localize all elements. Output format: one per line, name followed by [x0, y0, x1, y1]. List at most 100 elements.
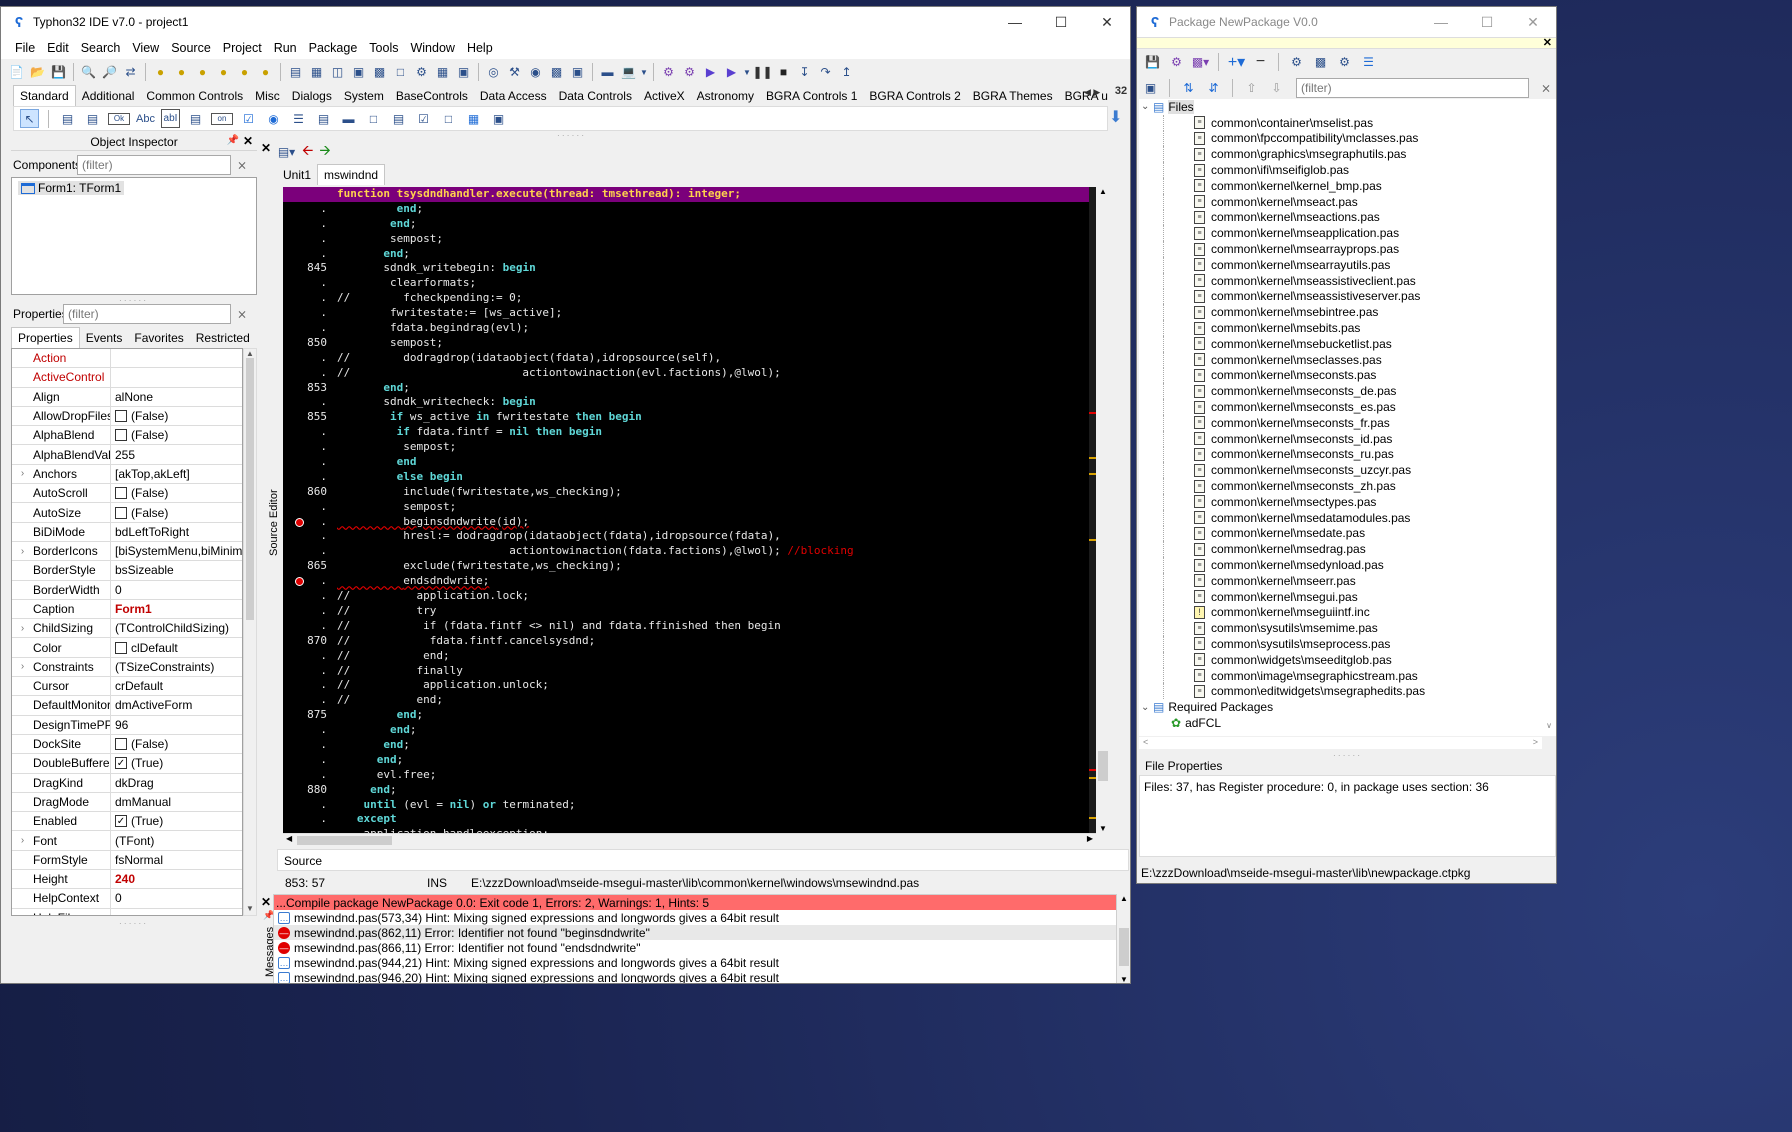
dropdown-arrow-icon[interactable]: ▼	[640, 63, 648, 82]
property-value[interactable]: crDefault	[111, 679, 242, 693]
property-row[interactable]: DockSite (False)	[12, 734, 242, 755]
label-component-icon[interactable]: Abc	[136, 109, 155, 128]
menu-help[interactable]: Help	[461, 41, 499, 55]
properties-filter-input[interactable]: (filter)	[63, 304, 231, 324]
checkbox-icon[interactable]: ✓	[115, 815, 127, 828]
code-line[interactable]: . // end;	[283, 693, 1096, 708]
tab-restricted[interactable]: Restricted	[190, 328, 256, 348]
messages-scrollbar[interactable]: ▲ ▼	[1117, 894, 1130, 983]
package-filter-input[interactable]: (filter)	[1296, 78, 1529, 98]
jump-back-icon[interactable]: 🡨	[302, 140, 313, 164]
property-value[interactable]: bdLeftToRight	[111, 525, 242, 539]
code-line[interactable]: . fwritestate:= [ws_active];	[283, 306, 1096, 321]
collapse-arrow-icon[interactable]: ⌄	[1141, 702, 1153, 713]
file-item[interactable]: ≡ common\kernel\mseconsts.pas	[1163, 367, 1542, 384]
scrollbar-component-icon[interactable]: ▬	[339, 109, 358, 128]
checkbox-component-icon[interactable]: ☑	[239, 109, 258, 128]
code-line[interactable]: . end	[283, 455, 1096, 470]
scrollbar-thumb[interactable]	[1098, 751, 1108, 781]
layout-icon[interactable]: ▣	[454, 63, 473, 82]
expand-arrow-icon[interactable]: ›	[12, 623, 33, 634]
editor-tab[interactable]: mswindnd	[317, 164, 386, 185]
code-line[interactable]: . except	[283, 812, 1096, 827]
file-item[interactable]: ≡ common\kernel\mseact.pas	[1163, 193, 1542, 210]
menu-package[interactable]: Package	[303, 41, 364, 55]
component-icon[interactable]: ●	[172, 63, 191, 82]
code-line[interactable]: . sempost;	[283, 500, 1096, 515]
debug-icon[interactable]: ◉	[526, 63, 545, 82]
menu-view[interactable]: View	[126, 41, 165, 55]
code-line[interactable]: . // finally	[283, 664, 1096, 679]
palette-tab[interactable]: Misc	[249, 86, 286, 106]
code-view[interactable]: function tsysdndhandler.execute(thread: …	[283, 187, 1096, 833]
property-value[interactable]: ✓ (True)	[111, 814, 242, 828]
property-row[interactable]: DoubleBuffered ✓ (True)	[12, 754, 242, 774]
file-item[interactable]: ≡ common\kernel\msebintree.pas	[1163, 304, 1542, 321]
property-row[interactable]: ActiveControl	[12, 368, 242, 388]
code-line[interactable]: 870 // fdata.fintf.cancelsysdnd;	[283, 634, 1096, 649]
file-item[interactable]: ≡ common\kernel\msebucketlist.pas	[1163, 335, 1542, 352]
property-row[interactable]: Color clDefault	[12, 638, 242, 658]
palette-tab[interactable]: Data Controls	[553, 86, 638, 106]
message-item[interactable]: — msewindnd.pas(862,11) Error: Identifier…	[274, 925, 1116, 940]
move-up-icon[interactable]: ⇧	[1242, 79, 1261, 98]
property-row[interactable]: AlphaBlendValu 255	[12, 445, 242, 465]
monitor-icon[interactable]: 💻	[619, 63, 638, 82]
palette-scroll-arrows[interactable]: ◀ ▶	[1084, 87, 1100, 98]
close-button[interactable]: ✕	[1084, 7, 1130, 37]
binoculars-icon[interactable]: ◎	[484, 63, 503, 82]
property-value[interactable]: 0	[111, 583, 242, 597]
code-line[interactable]: . evl.free;	[283, 768, 1096, 783]
code-line[interactable]: 853 end;	[283, 381, 1096, 396]
property-row[interactable]: BiDiMode bdLeftToRight	[12, 522, 242, 542]
file-item[interactable]: ≡ common\kernel\kernel_bmp.pas	[1163, 177, 1542, 194]
package-icon[interactable]: ▣	[568, 63, 587, 82]
minimize-button[interactable]: —	[992, 7, 1038, 37]
file-item[interactable]: ≡ common\kernel\msedate.pas	[1163, 525, 1542, 542]
file-item[interactable]: ≡ common\kernel\mseerr.pas	[1163, 572, 1542, 589]
component-icon[interactable]: ●	[214, 63, 233, 82]
property-value[interactable]: [biSystemMenu,biMinimize	[111, 544, 242, 558]
property-value[interactable]: (False)	[111, 486, 242, 500]
code-line[interactable]: 855 if ws_active in fwritestate then beg…	[283, 410, 1096, 425]
checkbox-icon[interactable]	[115, 429, 127, 442]
code-line[interactable]: . end;	[283, 753, 1096, 768]
code-line[interactable]: . // if (fdata.fintf <> nil) and fdata.ff…	[283, 619, 1096, 634]
close-button[interactable]: ✕	[1510, 7, 1556, 37]
menu-icon[interactable]: ☰	[1359, 53, 1378, 72]
palette-down-arrow-icon[interactable]: ⬇	[1109, 107, 1122, 127]
sort-icon[interactable]: ⇅	[1179, 79, 1198, 98]
required-package-item[interactable]: ✿ adFCL	[1141, 715, 1542, 731]
file-item[interactable]: ≡ common\container\mselist.pas	[1163, 114, 1542, 131]
save-icon[interactable]: 💾	[1143, 53, 1162, 72]
palette-tab[interactable]: BGRA Controls 1	[760, 86, 863, 106]
toggle-form-icon[interactable]: ◫	[328, 63, 347, 82]
property-row[interactable]: DesignTimePPI 96	[12, 715, 242, 735]
source-tab[interactable]: Source	[277, 849, 1129, 871]
collapse-arrow-icon[interactable]: ⌄	[1141, 101, 1153, 112]
expand-arrow-icon[interactable]: ›	[12, 468, 33, 479]
file-item[interactable]: ≡ common\ifi\mseifiglob.pas	[1163, 162, 1542, 178]
expand-arrow-icon[interactable]: ›	[12, 661, 33, 672]
build-icon[interactable]: ⚙	[680, 63, 699, 82]
message-item[interactable]: — msewindnd.pas(866,11) Error: Identifier…	[274, 940, 1116, 955]
code-line[interactable]: . // end;	[283, 649, 1096, 664]
popup-menu-icon[interactable]: ▤	[83, 109, 102, 128]
property-value[interactable]: fsNormal	[111, 853, 242, 867]
checkbox-icon[interactable]	[115, 738, 127, 751]
property-row[interactable]: AutoScroll (False)	[12, 484, 242, 504]
component-icon[interactable]: ●	[193, 63, 212, 82]
file-item[interactable]: ≡ common\editwidgets\msegraphedits.pas	[1163, 683, 1542, 700]
component-icon[interactable]: ●	[256, 63, 275, 82]
menu-file[interactable]: File	[9, 41, 41, 55]
property-row[interactable]: DefaultMonitor dmActiveForm	[12, 696, 242, 716]
property-row[interactable]: BorderWidth 0	[12, 580, 242, 600]
tools-icon[interactable]: ⚒	[505, 63, 524, 82]
palette-tab[interactable]: Data Access	[474, 86, 553, 106]
code-line[interactable]: . endsdndwrite;	[283, 574, 1096, 589]
property-row[interactable]: BorderStyle bsSizeable	[12, 561, 242, 581]
code-line[interactable]: 875 end;	[283, 708, 1096, 723]
file-item[interactable]: ≡ common\graphics\msegraphutils.pas	[1163, 146, 1542, 163]
file-item[interactable]: ≡ common\kernel\mseassistiveserver.pas	[1163, 288, 1542, 305]
property-value[interactable]: dmManual	[111, 795, 242, 809]
